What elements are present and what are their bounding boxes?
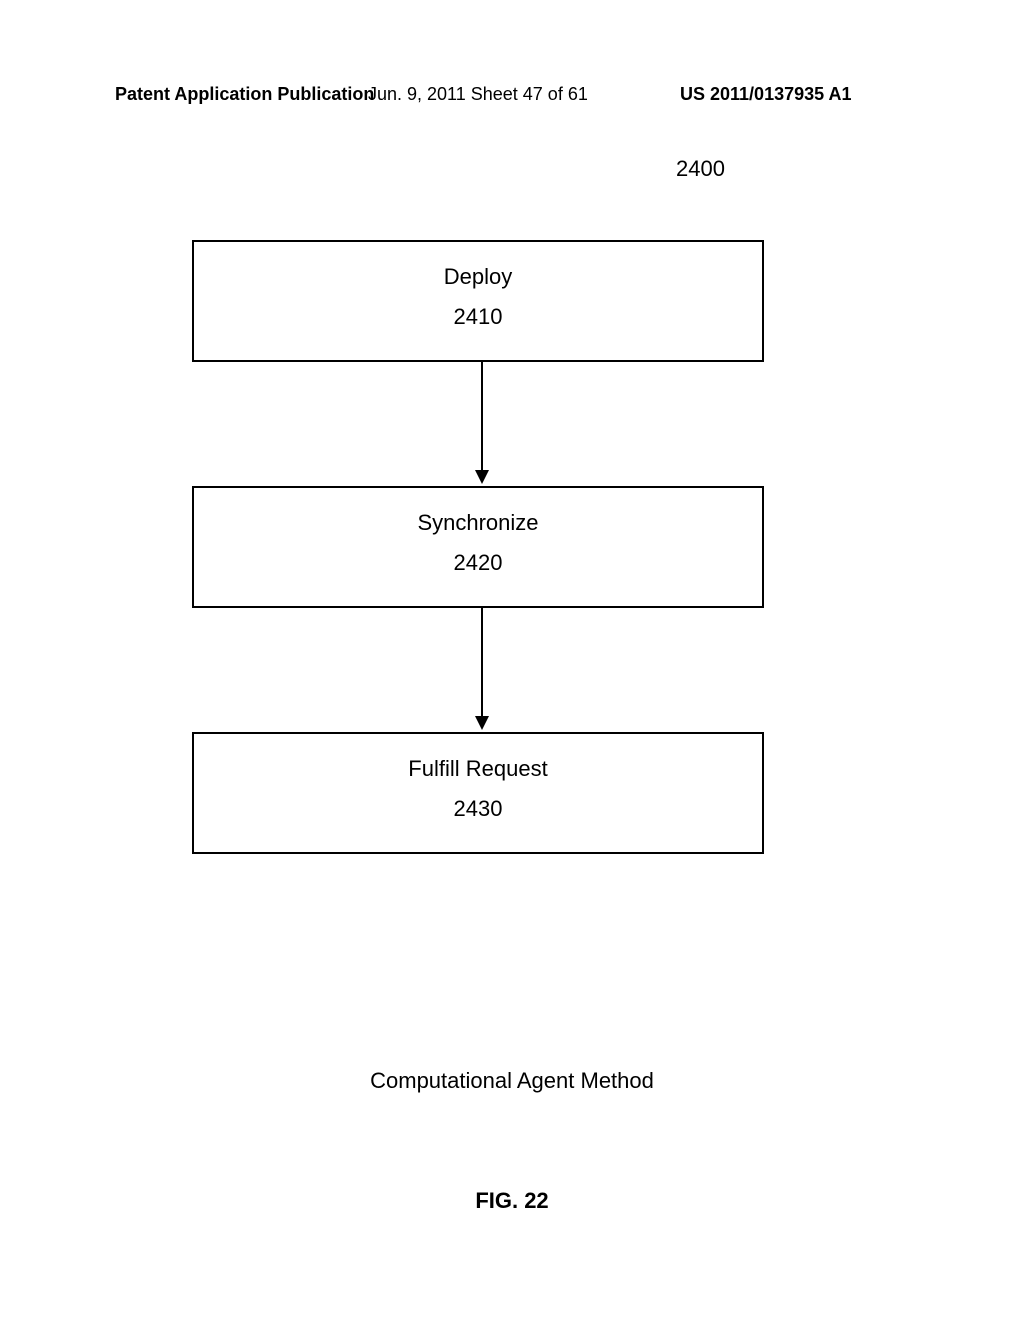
flow-box-fulfill-request: Fulfill Request 2430 xyxy=(192,732,764,854)
figure-reference-number: 2400 xyxy=(676,156,725,182)
flow-box-title: Fulfill Request xyxy=(194,756,762,782)
flow-box-title: Synchronize xyxy=(194,510,762,536)
flow-box-number: 2410 xyxy=(194,304,762,330)
flow-box-number: 2420 xyxy=(194,550,762,576)
figure-number: FIG. 22 xyxy=(0,1188,1024,1214)
flow-box-title: Deploy xyxy=(194,264,762,290)
figure-caption: Computational Agent Method xyxy=(0,1068,1024,1094)
flow-box-deploy: Deploy 2410 xyxy=(192,240,764,362)
flow-box-synchronize: Synchronize 2420 xyxy=(192,486,764,608)
flow-arrow xyxy=(481,608,483,716)
flow-arrow xyxy=(481,362,483,470)
arrowhead-icon xyxy=(475,716,489,730)
arrowhead-icon xyxy=(475,470,489,484)
flow-box-number: 2430 xyxy=(194,796,762,822)
header-pub-number: US 2011/0137935 A1 xyxy=(680,84,851,105)
header-publication: Patent Application Publication xyxy=(115,84,374,105)
header-date-sheet: Jun. 9, 2011 Sheet 47 of 61 xyxy=(368,84,588,105)
